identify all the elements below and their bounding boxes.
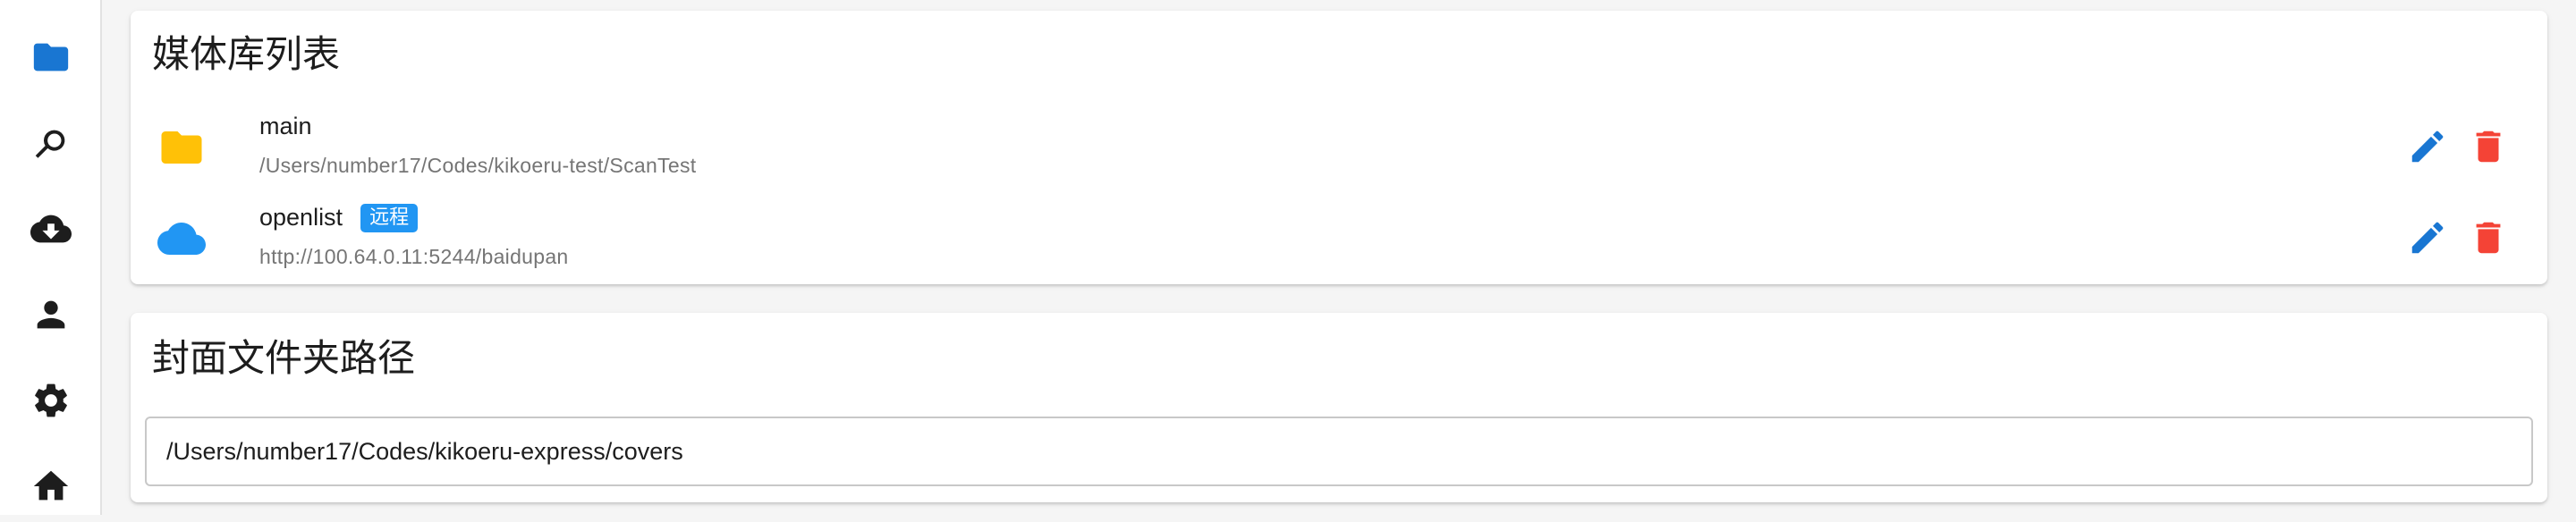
trash-icon xyxy=(2476,130,2501,163)
library-name: main xyxy=(259,113,312,139)
library-row-main: main /Users/number17/Codes/kikoeru-test/… xyxy=(131,102,2547,191)
sidebar xyxy=(0,0,102,515)
trash-icon xyxy=(2476,222,2501,254)
edit-library-button[interactable] xyxy=(2401,120,2454,173)
sidebar-item-libraries[interactable] xyxy=(0,21,102,93)
sidebar-item-settings[interactable] xyxy=(0,365,102,436)
library-path: /Users/number17/Codes/kikoeru-test/ScanT… xyxy=(259,154,697,177)
delete-library-button[interactable] xyxy=(2462,120,2515,173)
library-name: openlist 远程 xyxy=(259,204,419,232)
library-list-card: 媒体库列表 main /Users/number17/Codes/kikoeru… xyxy=(131,11,2547,284)
cover-path-title: 封面文件夹路径 xyxy=(152,336,416,380)
home-icon xyxy=(33,470,69,501)
library-name-text: openlist xyxy=(259,204,343,231)
pencil-icon xyxy=(2411,222,2444,254)
edit-library-button[interactable] xyxy=(2401,211,2454,265)
cloud-download-icon xyxy=(30,215,72,243)
sidebar-item-home[interactable] xyxy=(0,450,102,522)
cloud-icon xyxy=(157,215,206,263)
library-row-openlist: openlist 远程 http://100.64.0.11:5244/baidu… xyxy=(131,193,2547,282)
folder-icon xyxy=(33,43,69,72)
cover-path-input[interactable] xyxy=(166,418,2510,484)
pencil-icon xyxy=(2411,130,2444,163)
library-list-title: 媒体库列表 xyxy=(152,32,341,76)
library-path: http://100.64.0.11:5244/baidupan xyxy=(259,245,569,268)
gear-icon xyxy=(35,383,67,417)
folder-icon xyxy=(157,123,206,172)
remote-badge: 远程 xyxy=(360,204,419,232)
search-icon xyxy=(35,130,65,158)
cover-path-field xyxy=(145,417,2533,486)
sidebar-item-search[interactable] xyxy=(0,107,102,179)
sidebar-item-downloads[interactable] xyxy=(0,193,102,265)
person-icon xyxy=(37,300,65,329)
delete-library-button[interactable] xyxy=(2462,211,2515,265)
cover-path-card: 封面文件夹路径 xyxy=(131,313,2547,502)
sidebar-item-user[interactable] xyxy=(0,279,102,350)
